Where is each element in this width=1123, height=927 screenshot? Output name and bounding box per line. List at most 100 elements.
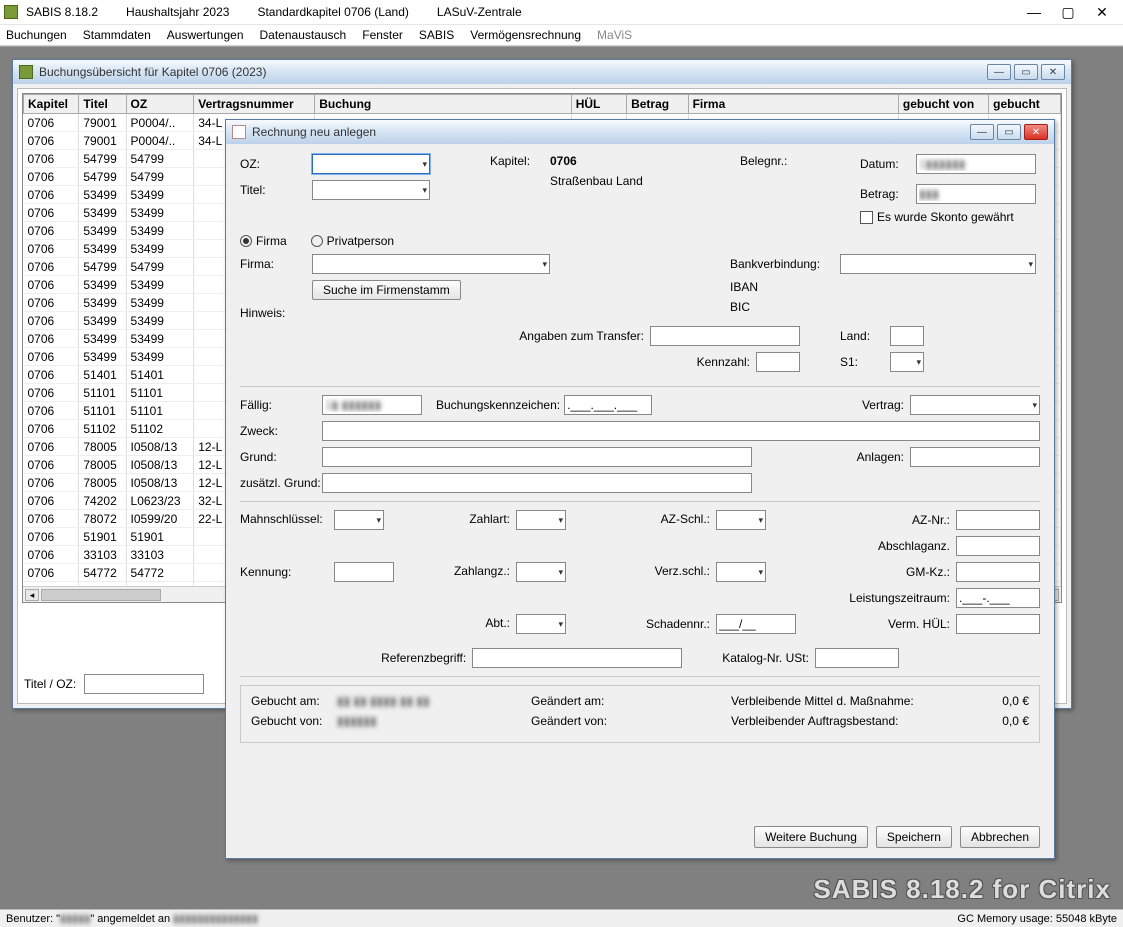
more-booking-button[interactable]: Weitere Buchung [754, 826, 868, 848]
abschlag-field[interactable] [956, 536, 1040, 556]
kennzahl-field[interactable] [756, 352, 800, 372]
titel-combo[interactable] [312, 180, 430, 200]
menu-vermoegen[interactable]: Vermögensrechnung [470, 28, 581, 42]
menu-mavis[interactable]: MaViS [597, 28, 632, 42]
search-firm-button[interactable]: Suche im Firmenstamm [312, 280, 461, 300]
app-icon [4, 5, 18, 19]
faellig-label: Fällig: [240, 398, 322, 412]
zahlart-combo[interactable] [516, 510, 566, 530]
column-header[interactable]: Betrag [627, 95, 689, 114]
scroll-left-icon[interactable]: ◂ [25, 589, 39, 601]
datum-field[interactable] [916, 154, 1036, 174]
vermhul-field[interactable] [956, 614, 1040, 634]
gebucht-von-label: Gebucht von: [251, 714, 337, 728]
zgrund-field[interactable] [322, 473, 752, 493]
s1-label: S1: [840, 355, 890, 369]
overview-maximize-button[interactable]: ▭ [1014, 64, 1038, 80]
zahlart-label: Zahlart: [440, 512, 510, 526]
abt-combo[interactable] [516, 614, 566, 634]
zahlangz-combo[interactable] [516, 562, 566, 582]
menu-buchungen[interactable]: Buchungen [6, 28, 67, 42]
land-label: Land: [840, 329, 890, 343]
bank-combo[interactable] [840, 254, 1036, 274]
menu-auswertungen[interactable]: Auswertungen [167, 28, 244, 42]
mahn-combo[interactable] [334, 510, 384, 530]
overview-close-button[interactable]: ✕ [1041, 64, 1065, 80]
maximize-button[interactable]: ▢ [1051, 1, 1085, 23]
kapitel-value: 0706 [550, 154, 577, 168]
bkz-field[interactable] [564, 395, 652, 415]
s1-combo[interactable] [890, 352, 924, 372]
column-header[interactable]: Titel [79, 95, 126, 114]
lzeit-field[interactable] [956, 588, 1040, 608]
column-header[interactable]: Buchung [315, 95, 571, 114]
dialog-close-button[interactable]: ✕ [1024, 124, 1048, 140]
filter-input[interactable] [84, 674, 204, 694]
column-header[interactable]: OZ [126, 95, 194, 114]
column-header[interactable]: Vertragsnummer [194, 95, 315, 114]
anlagen-field[interactable] [910, 447, 1040, 467]
firma-label: Firma: [240, 257, 312, 271]
betrag-field[interactable] [916, 184, 1036, 204]
grund-field[interactable] [322, 447, 752, 467]
firma-combo[interactable] [312, 254, 550, 274]
dialog-titlebar[interactable]: Rechnung neu anlegen — ▭ ✕ [226, 120, 1054, 144]
vertrag-label: Vertrag: [862, 398, 904, 412]
column-header[interactable]: gebucht [989, 95, 1061, 114]
zweck-field[interactable] [322, 421, 1040, 441]
dialog-maximize-button[interactable]: ▭ [997, 124, 1021, 140]
menu-datenaustausch[interactable]: Datenaustausch [260, 28, 347, 42]
menu-sabis[interactable]: SABIS [419, 28, 454, 42]
zweck-label: Zweck: [240, 424, 322, 438]
faellig-field[interactable] [322, 395, 422, 415]
katalog-label: Katalog-Nr. USt: [722, 651, 809, 665]
schadennr-field[interactable] [716, 614, 796, 634]
kennung-field[interactable] [334, 562, 394, 582]
scroll-thumb[interactable] [41, 589, 161, 601]
verzschl-combo[interactable] [716, 562, 766, 582]
overview-title: Buchungsübersicht für Kapitel 0706 (2023… [39, 65, 266, 79]
kapitel-sub: Straßenbau Land [550, 174, 643, 188]
oz-combo[interactable] [312, 154, 430, 174]
schadennr-label: Schadennr.: [620, 617, 710, 631]
land-field[interactable] [890, 326, 924, 346]
skonto-checkbox[interactable] [860, 211, 873, 224]
transfer-field[interactable] [650, 326, 800, 346]
dialog-minimize-button[interactable]: — [970, 124, 994, 140]
column-header[interactable]: gebucht von [898, 95, 988, 114]
privat-radio[interactable] [311, 235, 323, 247]
katalog-field[interactable] [815, 648, 899, 668]
refbegriff-field[interactable] [472, 648, 682, 668]
minimize-button[interactable]: — [1017, 1, 1051, 23]
aznr-field[interactable] [956, 510, 1040, 530]
azschl-label: AZ-Schl.: [620, 512, 710, 526]
firma-radio-label: Firma [256, 234, 287, 248]
azschl-combo[interactable] [716, 510, 766, 530]
status-bar: Benutzer: "▮▮▮▮▮" angemeldet an ▮▮▮▮▮▮▮▮… [0, 909, 1123, 927]
invoice-dialog-window: Rechnung neu anlegen — ▭ ✕ OZ: Titel: Ka… [225, 119, 1055, 859]
cancel-button[interactable]: Abbrechen [960, 826, 1040, 848]
save-button[interactable]: Speichern [876, 826, 952, 848]
column-header[interactable]: Firma [688, 95, 898, 114]
mittel-label: Verbleibende Mittel d. Maßnahme: [731, 694, 914, 708]
column-header[interactable]: Kapitel [24, 95, 79, 114]
overview-titlebar[interactable]: Buchungsübersicht für Kapitel 0706 (2023… [13, 60, 1071, 84]
firma-radio[interactable] [240, 235, 252, 247]
close-button[interactable]: ✕ [1085, 1, 1119, 23]
menu-fenster[interactable]: Fenster [362, 28, 403, 42]
bank-label: Bankverbindung: [730, 257, 840, 271]
overview-minimize-button[interactable]: — [987, 64, 1011, 80]
lzeit-label: Leistungszeitraum: [849, 591, 950, 605]
auftrag-label: Verbleibender Auftragsbestand: [731, 714, 898, 728]
column-header[interactable]: HÜL [571, 95, 626, 114]
filter-label: Titel / OZ: [24, 677, 76, 691]
abt-label: Abt.: [440, 616, 510, 630]
mdi-area: Buchungsübersicht für Kapitel 0706 (2023… [0, 46, 1123, 909]
gmkz-field[interactable] [956, 562, 1040, 582]
dialog-title: Rechnung neu anlegen [252, 125, 376, 139]
org-name: LASuV-Zentrale [437, 5, 522, 19]
kennung-label: Kennung: [240, 565, 334, 579]
vertrag-combo[interactable] [910, 395, 1040, 415]
belegnr-label: Belegnr.: [740, 154, 787, 168]
menu-stammdaten[interactable]: Stammdaten [83, 28, 151, 42]
